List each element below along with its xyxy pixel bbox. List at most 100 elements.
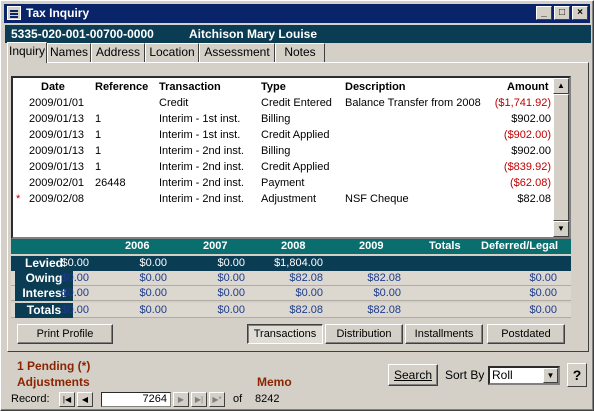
print-profile-button[interactable]: Print Profile	[17, 324, 113, 344]
scroll-up-icon[interactable]: ▲	[553, 78, 569, 94]
prev-record-icon[interactable]: ◀	[77, 392, 93, 407]
cell-date: 2009/01/13	[29, 129, 85, 141]
summary-value: $0.00	[217, 257, 245, 269]
col-description: Description	[345, 81, 406, 93]
form-icon	[7, 6, 21, 20]
row-marker: *	[16, 193, 21, 205]
tab-location[interactable]: Location	[145, 43, 199, 62]
new-record-icon[interactable]: ▶*	[209, 392, 225, 407]
cell-reference: 1	[95, 161, 102, 173]
minimize-button[interactable]: _	[536, 6, 552, 20]
table-row[interactable]: 2009/01/13 1 Interim - 1st inst. Billing $90…	[13, 112, 553, 128]
summary-value: $0.00	[529, 304, 557, 316]
summary-value: $0.00	[139, 257, 167, 269]
summary-value: $82.08	[289, 304, 323, 316]
tax-inquiry-window: Tax Inquiry _ □ × 5335-020-001-00700-000…	[0, 0, 594, 411]
summary-value: $0.00	[61, 287, 89, 299]
summary-value: $0.00	[529, 272, 557, 284]
table-row[interactable]: 2009/01/13 1 Interim - 1st inst. Credit App…	[13, 128, 553, 144]
property-header: 5335-020-001-00700-0000 Aitchison Mary L…	[5, 25, 591, 43]
tab-notes[interactable]: Notes	[275, 43, 325, 62]
distribution-button[interactable]: Distribution	[325, 324, 403, 344]
cell-transaction: Interim - 2nd inst.	[159, 161, 244, 173]
cell-date: 2009/02/08	[29, 193, 85, 205]
cell-transaction: Interim - 2nd inst.	[159, 177, 244, 189]
cell-type: Credit Applied	[261, 161, 330, 173]
dropdown-arrow-icon[interactable]: ▼	[543, 368, 558, 383]
sort-by-select[interactable]: Roll ▼	[488, 366, 560, 385]
scroll-thumb[interactable]	[553, 94, 569, 221]
memo-label: Memo	[257, 375, 292, 389]
summary-value: $82.08	[367, 272, 401, 284]
cell-amount: $902.00	[511, 113, 551, 125]
transactions-grid[interactable]: Date Reference Transaction Type Descript…	[11, 76, 571, 239]
cell-type: Billing	[261, 145, 291, 157]
summary-value: $82.08	[289, 272, 323, 284]
summary-value: $0.00	[529, 287, 557, 299]
sum-col-2008: 2008	[281, 240, 306, 252]
record-label: Record:	[11, 393, 50, 405]
tab-inquiry[interactable]: Inquiry	[7, 42, 47, 63]
summary-value: $0.00	[217, 287, 245, 299]
cell-type: Credit Entered	[261, 97, 332, 109]
window-title: Tax Inquiry	[26, 6, 90, 20]
cell-amount: ($1,741.92)	[494, 97, 551, 109]
help-button[interactable]: ?	[567, 363, 587, 387]
summary-value: $0.00	[373, 287, 401, 299]
summary-value: $0.00	[217, 272, 245, 284]
cell-transaction: Interim - 1st inst.	[159, 129, 241, 141]
record-number-input[interactable]: 7264	[101, 392, 171, 407]
maximize-button[interactable]: □	[554, 6, 570, 20]
summary-value: $1,804.00	[274, 257, 323, 269]
sort-by-label: Sort By	[445, 368, 485, 382]
cell-date: 2009/01/13	[29, 145, 85, 157]
summary-value: $0.00	[139, 287, 167, 299]
tab-address[interactable]: Address	[91, 43, 145, 62]
cell-reference: 1	[95, 113, 102, 125]
col-date: Date	[41, 81, 65, 93]
grid-header: Date Reference Transaction Type Descript…	[13, 78, 553, 96]
sum-col-2006: 2006	[125, 240, 150, 252]
cell-reference: 26448	[95, 177, 126, 189]
vertical-scrollbar[interactable]: ▲ ▼	[553, 78, 569, 237]
record-of-label: of	[233, 393, 243, 405]
table-row[interactable]: 2009/02/01 26448 Interim - 2nd inst. Paymen…	[13, 176, 553, 192]
sum-col-2009: 2009	[359, 240, 384, 252]
cell-date: 2009/01/13	[29, 113, 85, 125]
table-row[interactable]: 2009/01/13 1 Interim - 2nd inst. Billing $90…	[13, 144, 553, 160]
cell-reference: 1	[95, 129, 102, 141]
adjustments-label: Adjustments	[17, 375, 90, 389]
postdated-button[interactable]: Postdated	[487, 324, 565, 344]
table-row[interactable]: 2009/01/13 1 Interim - 2nd inst. Credit App…	[13, 160, 553, 176]
cell-transaction: Interim - 2nd inst.	[159, 145, 244, 157]
search-button[interactable]: Search	[388, 364, 438, 386]
cell-type: Credit Applied	[261, 129, 330, 141]
cell-date: 2009/01/01	[29, 97, 85, 109]
installments-button[interactable]: Installments	[405, 324, 483, 344]
close-button[interactable]: ×	[572, 6, 588, 20]
sort-by-value: Roll	[492, 368, 513, 382]
summary-value: $0.00	[139, 272, 167, 284]
cell-type: Payment	[261, 177, 305, 189]
summary-row: Interest $0.00 $0.00 $0.00 $0.00 $0.00 $0.00	[11, 286, 571, 301]
summary-value: $0.00	[61, 257, 89, 269]
cell-date: 2009/01/13	[29, 161, 85, 173]
table-row[interactable]: 2009/01/01 Credit Credit Entered Balance Tr…	[13, 96, 553, 112]
summary-table: 2006 2007 2008 2009 Totals Deferred/Lega…	[11, 239, 571, 321]
next-record-icon[interactable]: ▶	[173, 392, 189, 407]
summary-value: $0.00	[61, 272, 89, 284]
sum-col-deferred: Deferred/Legal	[481, 240, 559, 252]
summary-value: $0.00	[295, 287, 323, 299]
tab-assessment[interactable]: Assessment	[199, 43, 275, 62]
table-row[interactable]: * 2009/02/08 Interim - 2nd inst. Adjustment…	[13, 192, 553, 208]
col-amount: Amount	[507, 81, 549, 93]
cell-amount: ($839.92)	[503, 161, 551, 173]
last-record-icon[interactable]: ▶|	[191, 392, 207, 407]
scroll-down-icon[interactable]: ▼	[553, 221, 569, 237]
transactions-button[interactable]: Transactions	[247, 324, 323, 344]
tab-names[interactable]: Names	[47, 43, 91, 62]
first-record-icon[interactable]: |◀	[59, 392, 75, 407]
summary-value: $0.00	[61, 304, 89, 316]
cell-description: Balance Transfer from 2008	[345, 97, 481, 109]
col-reference: Reference	[95, 81, 149, 93]
